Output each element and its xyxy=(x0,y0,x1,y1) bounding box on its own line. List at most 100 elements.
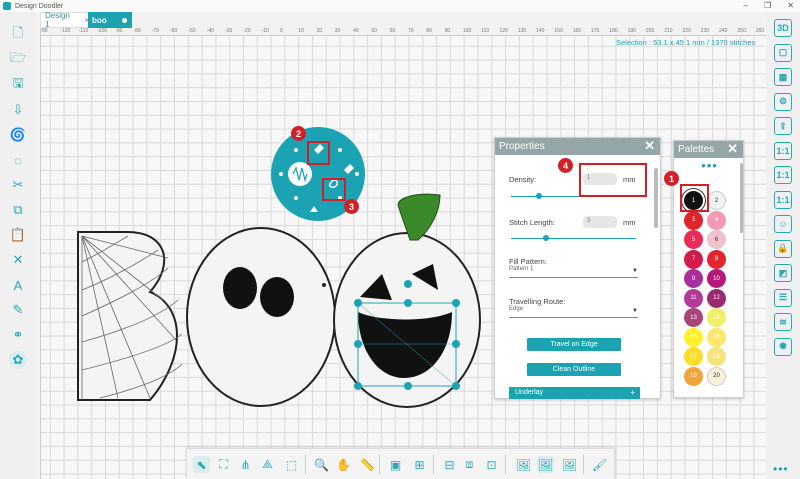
clean-outline-button[interactable]: Clean Outline xyxy=(527,363,621,376)
color-swatch[interactable]: 19 xyxy=(684,366,703,386)
more-options-icon[interactable]: ••• xyxy=(773,462,789,476)
spiral-outline-icon[interactable]: ◌ xyxy=(9,151,27,169)
color-swatch[interactable]: 3 xyxy=(684,210,703,230)
align-center-icon[interactable]: ⧈ xyxy=(461,456,478,473)
align-icon[interactable]: ☰ xyxy=(774,288,792,307)
callout-box-swatch xyxy=(680,184,709,212)
select-icon[interactable]: ⬉ xyxy=(193,456,210,473)
image-alt-icon[interactable]: 🖼 xyxy=(561,456,578,473)
pattern-icon[interactable]: ⬚ xyxy=(283,456,300,473)
link-icon[interactable]: ⚭ xyxy=(9,326,27,344)
pen-tool-icon[interactable]: ✎ xyxy=(9,301,27,319)
fill-stitch-icon[interactable]: ✿ xyxy=(9,351,27,369)
save-icon[interactable]: 🖫 xyxy=(9,75,27,94)
chevron-down-icon: ▼ xyxy=(632,308,638,314)
color-swatch[interactable]: 15 xyxy=(684,327,703,347)
fill-pattern-value: Pattern 1 xyxy=(509,266,534,272)
color-swatch[interactable]: 14 xyxy=(707,308,726,327)
zoom-1-1-alt-icon[interactable]: 1:1 xyxy=(774,166,792,184)
properties-title: Properties xyxy=(499,141,545,152)
toolbar-separator xyxy=(505,455,506,474)
settings-hoop-icon[interactable]: ⚙ xyxy=(774,92,792,111)
color-swatch[interactable]: 2 xyxy=(707,191,726,210)
paste-icon[interactable]: 📋 xyxy=(9,226,27,244)
palettes-close-icon[interactable]: ✕ xyxy=(727,141,738,157)
palette-icon[interactable]: ✺ xyxy=(774,337,792,356)
hoop-icon[interactable]: ▢ xyxy=(774,43,792,62)
delete-icon[interactable]: ✕ xyxy=(9,251,27,269)
color-swatch[interactable]: 17 xyxy=(684,347,703,366)
node-edit-icon[interactable]: ⋔ xyxy=(237,456,254,473)
fill-pattern-label: Fill Pattern: xyxy=(509,257,547,266)
hand-icon[interactable]: ✋ xyxy=(335,456,352,473)
align-bottom-icon[interactable]: ⊡ xyxy=(483,456,500,473)
image-active-icon[interactable]: 🖼 xyxy=(537,456,554,473)
lock-icon[interactable]: 🔒 xyxy=(774,239,792,258)
properties-close-icon[interactable]: ✕ xyxy=(644,138,655,154)
travelling-route-label: Travelling Route: xyxy=(509,297,566,306)
grid-icon[interactable]: ▦ xyxy=(774,68,792,86)
align-top-icon[interactable]: ⊟ xyxy=(441,456,458,473)
underlay-section[interactable]: Underlay + xyxy=(509,387,640,399)
stitch-length-unit: mm xyxy=(623,218,636,227)
color-swatch[interactable]: 4 xyxy=(707,210,726,230)
color-swatch[interactable]: 12 xyxy=(707,288,726,308)
callout-box-density xyxy=(579,163,647,197)
callout-badge-3: 3 xyxy=(344,199,359,214)
open-folder-icon[interactable]: 🗁 xyxy=(9,50,27,69)
import-icon[interactable]: ⇩ xyxy=(9,101,27,119)
zoom-1-1-icon[interactable]: 1:1 xyxy=(774,141,792,160)
color-swatch[interactable]: 9 xyxy=(684,269,703,288)
copy-icon[interactable]: ⧉ xyxy=(9,201,27,219)
color-swatch[interactable]: 11 xyxy=(684,288,703,308)
bottom-toolbar: ⬉ ⛶ ⋔ ⟁ ⬚ 🔍 ✋ 📏 ▣ ⊞ ⊟ ⧈ ⊡ 🖼 🖼 🖼 🖌 xyxy=(186,448,615,479)
new-file-icon[interactable]: 🗋 xyxy=(9,25,27,44)
crop-icon[interactable]: ▣ xyxy=(387,456,404,473)
color-swatch[interactable]: 10 xyxy=(707,269,726,288)
text-icon[interactable]: A xyxy=(9,276,27,294)
stitch-length-slider[interactable] xyxy=(511,235,636,241)
stitch-length-slider-knob[interactable] xyxy=(543,235,549,241)
spiral-tool-icon[interactable]: 🌀 xyxy=(9,126,27,144)
scale-icon[interactable]: 1:1 xyxy=(774,190,792,209)
color-swatch[interactable]: 8 xyxy=(707,249,726,269)
letter-b-shape[interactable] xyxy=(77,231,183,401)
group-icon[interactable]: ⊞ xyxy=(411,456,428,473)
fill-pattern-select[interactable]: Pattern 1 ▼ xyxy=(509,266,638,278)
color-swatch[interactable]: 13 xyxy=(684,308,703,327)
properties-header: Properties ✕ xyxy=(495,138,660,155)
layers-icon[interactable]: ≋ xyxy=(774,313,792,331)
color-swatch[interactable]: 18 xyxy=(707,347,726,366)
measure-icon[interactable]: 📏 xyxy=(359,456,376,473)
color-swatch[interactable]: 5 xyxy=(684,230,703,249)
color-swatch[interactable]: 16 xyxy=(707,327,726,347)
callout-box-stroke xyxy=(322,178,346,201)
stitch-length-input[interactable]: 3 xyxy=(583,216,617,228)
transform-icon[interactable]: ⛶ xyxy=(215,456,232,473)
color-swatch[interactable]: 6 xyxy=(707,230,726,249)
callout-badge-4: 4 xyxy=(558,158,573,173)
export-icon[interactable]: ⇪ xyxy=(774,117,792,135)
app-window: Design Doodler – ❐ ✕ Design 1 × boo 80 -1… xyxy=(0,0,800,479)
brush-settings-icon[interactable]: 🖌 xyxy=(591,456,608,473)
letter-o-ghost-shape[interactable] xyxy=(186,227,336,407)
expand-plus-icon[interactable]: + xyxy=(630,388,635,397)
color-swatch[interactable]: 20 xyxy=(707,366,726,386)
travelling-route-value: Edge xyxy=(509,306,524,312)
left-toolbar: 🗋 🗁 🖫 ⇩ 🌀 ◌ ✂ ⧉ 📋 ✕ A ✎ ⚭ ✿ xyxy=(0,12,36,479)
palette-options-icon[interactable]: ••• xyxy=(674,159,745,172)
density-slider-knob[interactable] xyxy=(535,193,542,199)
scissors-icon[interactable]: ✂ xyxy=(9,176,27,194)
travel-on-edge-button[interactable]: Travel on Edge xyxy=(527,338,621,351)
image-icon[interactable]: 🖼 xyxy=(515,456,532,473)
zoom-icon[interactable]: 🔍 xyxy=(313,456,330,473)
head-icon[interactable]: ☺ xyxy=(774,215,792,233)
callout-badge-1: 1 xyxy=(664,171,679,186)
3d-view-icon[interactable]: 3D xyxy=(774,19,792,37)
reshape-icon[interactable]: ⟁ xyxy=(259,456,276,473)
color-swatch[interactable]: 7 xyxy=(684,249,703,269)
density-icon[interactable]: ◩ xyxy=(774,264,792,282)
palettes-scrollbar[interactable] xyxy=(740,163,743,233)
properties-scrollbar[interactable] xyxy=(654,168,658,228)
travelling-route-select[interactable]: Edge ▼ xyxy=(509,306,638,318)
